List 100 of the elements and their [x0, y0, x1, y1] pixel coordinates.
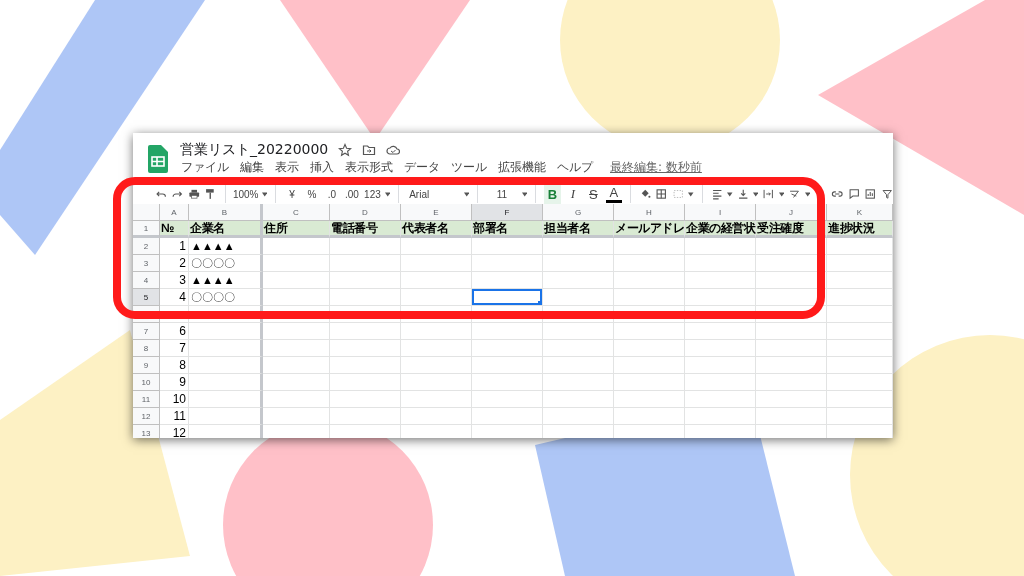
table-cell[interactable]	[827, 391, 893, 408]
table-cell[interactable]	[263, 306, 330, 323]
table-cell[interactable]: 12	[160, 425, 189, 438]
header-cell[interactable]: 代表者名	[401, 221, 472, 238]
table-cell[interactable]: 3	[160, 272, 189, 289]
column-header[interactable]: H	[614, 204, 685, 221]
table-cell[interactable]: ▲▲▲▲	[189, 238, 263, 255]
table-cell[interactable]	[189, 357, 263, 374]
table-cell[interactable]	[330, 255, 401, 272]
spreadsheet-logo-icon[interactable]	[148, 145, 168, 173]
row-header[interactable]: 7	[133, 323, 160, 340]
table-cell[interactable]	[263, 374, 330, 391]
table-cell[interactable]	[827, 306, 893, 323]
column-header[interactable]: G	[543, 204, 614, 221]
menu-item[interactable]: 表示	[274, 158, 300, 176]
table-cell[interactable]	[401, 391, 472, 408]
column-header[interactable]: C	[263, 204, 330, 221]
last-edit-link[interactable]: 最終編集: 数秒前	[609, 158, 703, 176]
table-cell[interactable]	[401, 289, 472, 306]
italic-button[interactable]: I	[564, 184, 582, 204]
table-cell[interactable]	[472, 357, 543, 374]
table-cell[interactable]	[472, 238, 543, 255]
table-cell[interactable]: 9	[160, 374, 189, 391]
menu-item[interactable]: 挿入	[309, 158, 335, 176]
table-cell[interactable]	[543, 391, 614, 408]
table-cell[interactable]	[614, 323, 685, 340]
table-cell[interactable]	[330, 391, 401, 408]
table-cell[interactable]	[401, 340, 472, 357]
chart-icon[interactable]	[864, 186, 877, 202]
table-cell[interactable]	[614, 272, 685, 289]
table-cell[interactable]	[263, 323, 330, 340]
row-header[interactable]: 9	[133, 357, 160, 374]
menu-item[interactable]: ツール	[450, 158, 488, 176]
table-cell[interactable]	[189, 306, 263, 323]
table-cell[interactable]	[614, 357, 685, 374]
zoom-select[interactable]: 100%	[233, 184, 258, 204]
table-cell[interactable]	[263, 289, 330, 306]
table-cell[interactable]	[756, 340, 827, 357]
decrease-decimals-button[interactable]: .0	[323, 184, 340, 204]
table-cell[interactable]	[543, 255, 614, 272]
table-cell[interactable]	[401, 408, 472, 425]
row-header[interactable]: 2	[133, 238, 160, 255]
table-cell[interactable]	[401, 357, 472, 374]
table-cell[interactable]	[160, 306, 189, 323]
table-cell[interactable]	[472, 340, 543, 357]
column-header[interactable]: A	[160, 204, 189, 221]
caret-icon[interactable]	[688, 191, 694, 197]
document-title[interactable]: 営業リスト_20220000	[180, 141, 329, 159]
header-cell[interactable]: 部署名	[472, 221, 543, 238]
number-format-button[interactable]: 123	[363, 184, 381, 204]
table-cell[interactable]	[685, 340, 756, 357]
table-cell[interactable]	[543, 357, 614, 374]
table-cell[interactable]	[756, 272, 827, 289]
header-cell[interactable]: 進捗状況	[827, 221, 893, 238]
table-cell[interactable]	[685, 391, 756, 408]
table-cell[interactable]	[685, 323, 756, 340]
currency-format-button[interactable]: ¥	[283, 184, 300, 204]
row-header[interactable]: 12	[133, 408, 160, 425]
table-cell[interactable]	[330, 306, 401, 323]
table-cell[interactable]	[827, 255, 893, 272]
table-cell[interactable]: 〇〇〇〇	[189, 255, 263, 272]
menu-item[interactable]: 表示形式	[344, 158, 394, 176]
column-header[interactable]: E	[401, 204, 472, 221]
table-cell[interactable]	[472, 374, 543, 391]
table-cell[interactable]	[401, 374, 472, 391]
table-cell[interactable]	[543, 306, 614, 323]
table-cell[interactable]	[543, 374, 614, 391]
header-cell[interactable]: 住所	[263, 221, 330, 238]
row-header[interactable]: 1	[133, 221, 160, 238]
row-header[interactable]: 8	[133, 340, 160, 357]
table-cell[interactable]	[263, 357, 330, 374]
table-cell[interactable]	[263, 340, 330, 357]
table-cell[interactable]	[543, 323, 614, 340]
table-cell[interactable]	[330, 374, 401, 391]
row-header[interactable]: 11	[133, 391, 160, 408]
caret-icon[interactable]	[778, 191, 785, 197]
table-cell[interactable]	[685, 272, 756, 289]
table-cell[interactable]	[330, 340, 401, 357]
table-cell[interactable]	[685, 289, 756, 306]
row-header[interactable]: 13	[133, 425, 160, 438]
table-cell[interactable]	[827, 340, 893, 357]
column-header[interactable]: I	[685, 204, 756, 221]
percent-format-button[interactable]: %	[303, 184, 320, 204]
increase-decimals-button[interactable]: .00	[343, 184, 360, 204]
table-cell[interactable]	[614, 238, 685, 255]
table-cell[interactable]	[330, 323, 401, 340]
table-cell[interactable]	[756, 374, 827, 391]
menu-item[interactable]: 編集	[239, 158, 265, 176]
cloud-icon[interactable]	[386, 143, 401, 157]
table-cell[interactable]	[330, 408, 401, 425]
table-cell[interactable]	[685, 255, 756, 272]
font-size-select[interactable]: 11	[485, 184, 518, 204]
row-header[interactable]: 4	[133, 272, 160, 289]
table-cell[interactable]	[401, 306, 472, 323]
caret-icon[interactable]	[261, 191, 268, 197]
table-cell[interactable]	[614, 408, 685, 425]
table-cell[interactable]	[263, 391, 330, 408]
menu-item[interactable]: ヘルプ	[556, 158, 594, 176]
header-cell[interactable]: 企業の経営状	[685, 221, 756, 238]
table-cell[interactable]: 2	[160, 255, 189, 272]
